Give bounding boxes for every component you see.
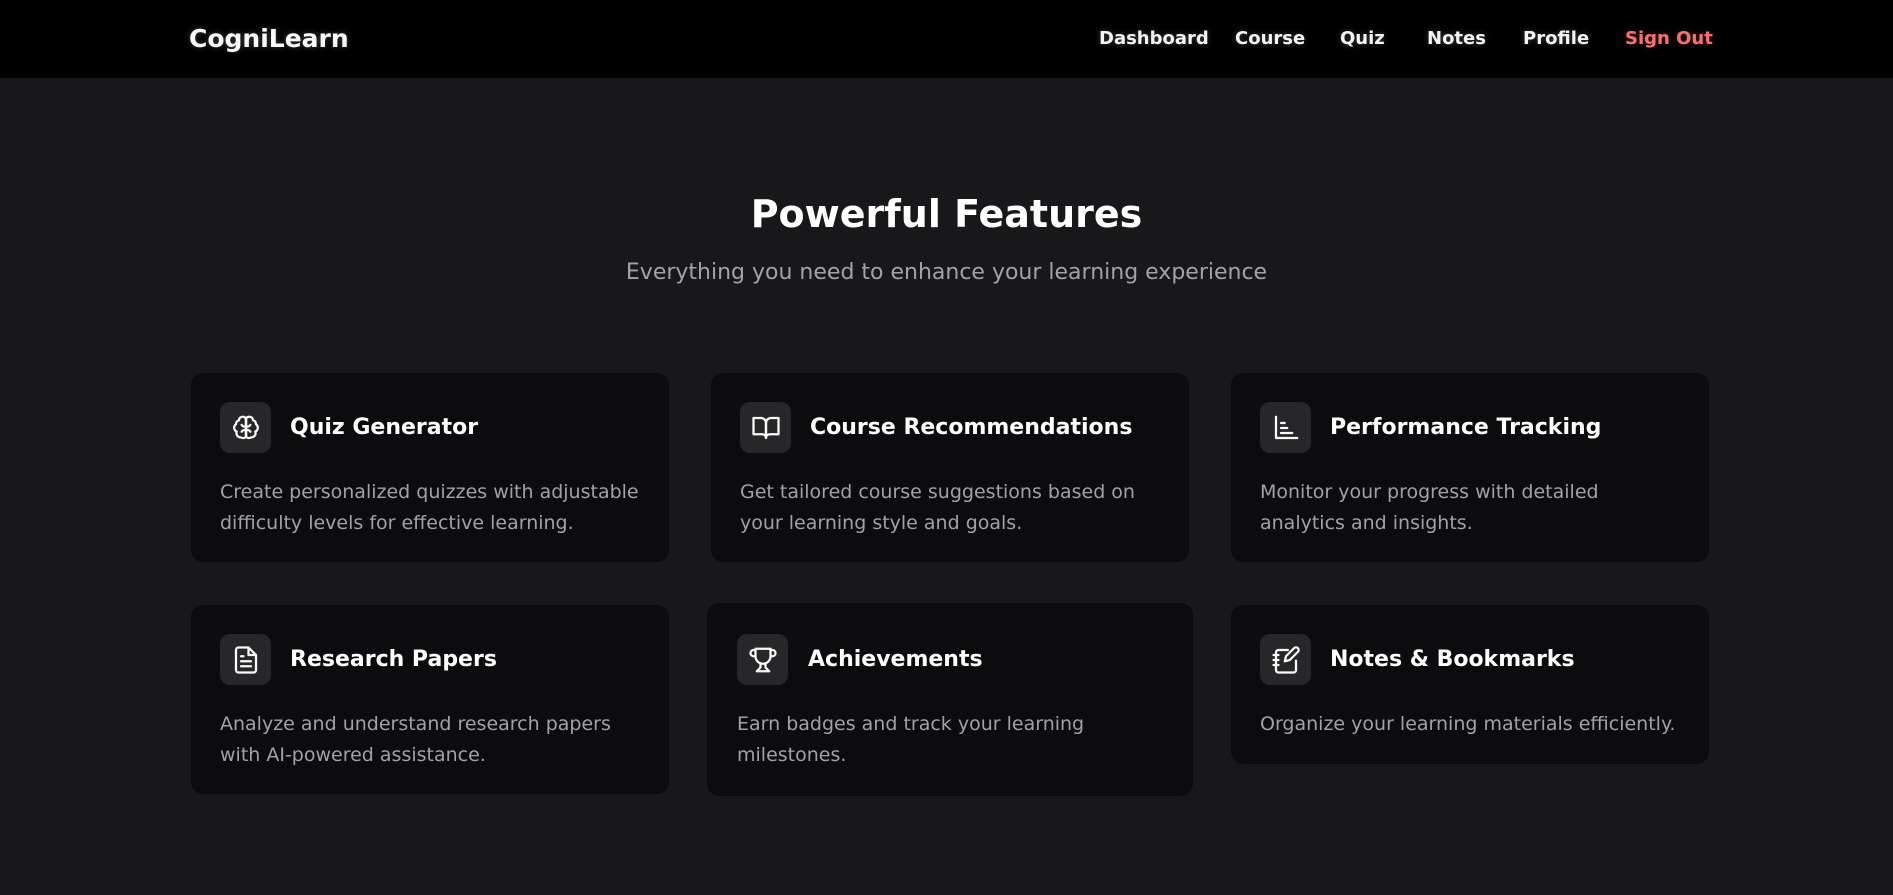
feature-card-course-recommendations[interactable]: Course Recommendations Get tailored cour… [711, 373, 1189, 562]
feature-card-notes-bookmarks[interactable]: Notes & Bookmarks Organize your learning… [1231, 605, 1709, 764]
feature-title: Quiz Generator [290, 415, 479, 440]
bar-chart-icon [1260, 402, 1311, 453]
nav-profile[interactable]: Profile [1523, 28, 1589, 49]
trophy-icon [737, 634, 788, 685]
book-open-icon [740, 402, 791, 453]
feature-title: Achievements [808, 647, 983, 672]
feature-description: Analyze and understand research papers w… [220, 713, 611, 766]
notebook-pen-icon [1260, 634, 1311, 685]
nav-notes[interactable]: Notes [1427, 28, 1486, 49]
feature-card-quiz-generator[interactable]: Quiz Generator Create personalized quizz… [191, 373, 669, 562]
nav-course[interactable]: Course [1235, 28, 1305, 49]
feature-description: Get tailored course suggestions based on… [740, 481, 1135, 534]
feature-description: Create personalized quizzes with adjusta… [220, 481, 639, 534]
nav-dashboard[interactable]: Dashboard [1099, 28, 1209, 49]
feature-title: Course Recommendations [810, 415, 1133, 440]
main-nav: Dashboard Course Quiz Notes Profile Sign… [0, 28, 1893, 52]
brain-icon [220, 402, 271, 453]
feature-card-research-papers[interactable]: Research Papers Analyze and understand r… [191, 605, 669, 794]
feature-title: Research Papers [290, 647, 497, 672]
feature-card-performance-tracking[interactable]: Performance Tracking Monitor your progre… [1231, 373, 1709, 562]
nav-quiz[interactable]: Quiz [1340, 28, 1385, 49]
feature-description: Earn badges and track your learning mile… [737, 713, 1085, 766]
feature-title: Notes & Bookmarks [1330, 647, 1575, 672]
file-text-icon [220, 634, 271, 685]
feature-description: Organize your learning materials efficie… [1260, 713, 1676, 735]
feature-title: Performance Tracking [1330, 415, 1602, 440]
feature-card-achievements[interactable]: Achievements Earn badges and track your … [707, 603, 1193, 796]
section-subtitle: Everything you need to enhance your lear… [625, 260, 1268, 285]
section-title: Powerful Features [750, 192, 1143, 236]
feature-description: Monitor your progress with detailed anal… [1260, 481, 1599, 534]
top-navbar: CogniLearn Dashboard Course Quiz Notes P… [0, 0, 1893, 78]
nav-sign-out[interactable]: Sign Out [1625, 28, 1713, 49]
